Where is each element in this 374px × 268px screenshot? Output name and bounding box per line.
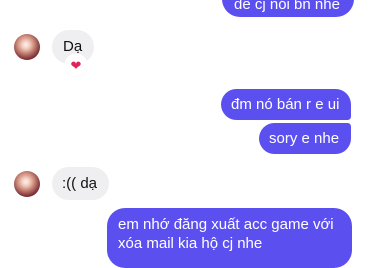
message-text: Dạ: [63, 38, 83, 55]
incoming-message[interactable]: :(( dạ: [52, 167, 110, 200]
message-text: :(( dạ: [62, 175, 98, 192]
message-text-line: xóa mail kia hộ cj nhe: [118, 235, 263, 252]
chat-thread: để cj nói bn nhe Dạ ❤ đm nó bán r e ui s…: [0, 0, 374, 268]
outgoing-message[interactable]: sory e nhe: [259, 123, 352, 154]
heart-icon: ❤: [70, 57, 82, 73]
outgoing-message[interactable]: em nhớ đăng xuất acc game với xóa mail k…: [107, 208, 352, 268]
message-text-line: em nhớ đăng xuất acc game với: [118, 216, 334, 233]
message-text: đm nó bán r e ui: [231, 96, 340, 113]
reaction-heart-icon[interactable]: ❤: [66, 55, 86, 75]
message-text: để cj nói bn nhe: [234, 0, 340, 13]
contact-avatar[interactable]: [14, 34, 40, 60]
message-text: sory e nhe: [269, 130, 340, 147]
outgoing-message[interactable]: để cj nói bn nhe: [222, 0, 354, 17]
contact-avatar[interactable]: [14, 171, 40, 197]
outgoing-message[interactable]: đm nó bán r e ui: [221, 89, 352, 120]
